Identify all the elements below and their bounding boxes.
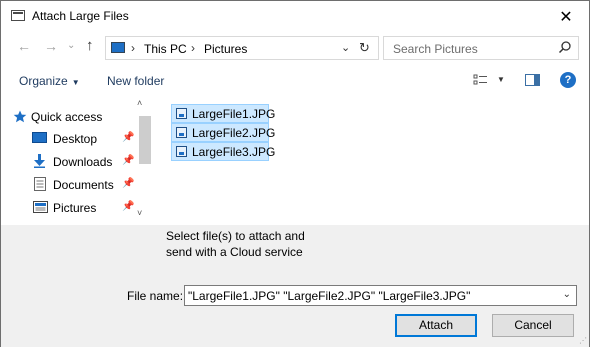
search-icon[interactable] [558, 40, 572, 54]
pictures-icon [33, 201, 48, 213]
sidebar-item-pictures[interactable]: Pictures 📌 [1, 197, 135, 219]
image-file-icon [176, 146, 187, 157]
footer-panel: Select file(s) to attach and send with a… [1, 225, 589, 347]
pin-icon: 📌 [122, 132, 135, 143]
file-name-label: File name: [127, 289, 184, 303]
file-name-dropdown-chevron-icon[interactable]: ⌄ [563, 289, 571, 300]
sidebar-item-label: Documents [53, 178, 114, 192]
image-file-icon [176, 108, 187, 119]
back-arrow-icon[interactable]: ← [17, 38, 31, 54]
view-dropdown-arrow-icon[interactable]: ▼ [497, 75, 505, 84]
close-button[interactable]: ✕ [543, 1, 589, 32]
attach-large-files-dialog: Attach Large Files ✕ ← → ⌄ ↑ › This PC ›… [0, 0, 590, 347]
sidebar-item-label: Desktop [53, 132, 98, 146]
cancel-button[interactable]: Cancel [492, 314, 574, 337]
navigation-pane: Quick access Desktop 📌 Downloads 📌 Docum… [1, 96, 153, 224]
sidebar-item-desktop[interactable]: Desktop 📌 [1, 128, 135, 150]
title-bar: Attach Large Files ✕ [1, 1, 589, 32]
download-icon [34, 154, 45, 168]
sidebar-item-downloads[interactable]: Downloads 📌 [1, 151, 135, 173]
scroll-up-arrow-icon[interactable]: ˄ [137, 98, 142, 108]
preview-pane-icon[interactable] [525, 74, 540, 86]
star-icon [13, 110, 27, 123]
help-icon[interactable]: ? [560, 72, 576, 88]
breadcrumb-separator[interactable]: › [131, 41, 135, 55]
organize-menu-button[interactable]: Organize ▼ [19, 74, 80, 88]
address-dropdown-chevron-icon[interactable]: ⌄ [341, 41, 350, 54]
window-icon [11, 10, 25, 21]
window-title: Attach Large Files [32, 9, 129, 23]
new-folder-button[interactable]: New folder [107, 74, 164, 88]
pin-icon: 📌 [122, 201, 135, 212]
breadcrumb-this-pc[interactable]: This PC [144, 42, 187, 56]
organize-label: Organize [19, 74, 68, 88]
sidebar-item-label: Downloads [53, 155, 113, 169]
file-name: LargeFile1.JPG [192, 107, 276, 121]
pin-icon: 📌 [122, 178, 135, 189]
image-file-icon [176, 127, 187, 138]
cloud-service-note: Select file(s) to attach and send with a… [166, 229, 305, 259]
address-bar[interactable]: › This PC › Pictures ⌄ ↻ [105, 36, 379, 60]
desktop-icon [32, 132, 47, 143]
file-item-largefile3[interactable]: LargeFile3.JPG [171, 142, 275, 161]
up-arrow-icon[interactable]: ↑ [86, 37, 94, 54]
breadcrumb-pictures[interactable]: Pictures [204, 42, 247, 56]
file-item-largefile1[interactable]: LargeFile1.JPG [171, 104, 275, 123]
scroll-down-arrow-icon[interactable]: ˅ [137, 208, 142, 218]
file-name-field[interactable]: "LargeFile1.JPG" "LargeFile2.JPG" "Large… [184, 285, 577, 306]
sidebar-item-documents[interactable]: Documents 📌 [1, 174, 135, 196]
file-name: LargeFile3.JPG [192, 145, 276, 159]
file-item-largefile2[interactable]: LargeFile2.JPG [171, 123, 275, 142]
document-icon [34, 177, 46, 191]
attach-button[interactable]: Attach [395, 314, 477, 337]
file-list[interactable]: LargeFile1.JPG LargeFile2.JPG LargeFile3… [154, 96, 589, 224]
pin-icon: 📌 [122, 155, 135, 166]
sidebar-item-quick-access[interactable]: Quick access [1, 105, 135, 127]
refresh-icon[interactable]: ↻ [359, 40, 370, 56]
scrollbar-thumb[interactable] [139, 116, 151, 164]
view-options-icon[interactable] [473, 74, 489, 86]
search-input[interactable]: Search Pictures [383, 36, 579, 60]
search-placeholder: Search Pictures [393, 42, 478, 56]
breadcrumb-separator[interactable]: › [191, 41, 195, 55]
file-name: LargeFile2.JPG [192, 126, 276, 140]
recent-locations-chevron-icon[interactable]: ⌄ [67, 40, 75, 51]
forward-arrow-icon[interactable]: → [44, 38, 58, 54]
sidebar-item-label: Pictures [53, 201, 97, 215]
sidebar-item-label: Quick access [31, 110, 103, 124]
command-bar: Organize ▼ New folder ▼ ? [1, 67, 589, 95]
resize-grip-icon[interactable]: ⋰ [579, 336, 587, 345]
dropdown-arrow-icon: ▼ [71, 78, 80, 87]
file-name-value: "LargeFile1.JPG" "LargeFile2.JPG" "Large… [188, 289, 471, 303]
navigation-row: ← → ⌄ ↑ › This PC › Pictures ⌄ ↻ Search … [1, 34, 589, 62]
this-pc-icon [111, 42, 125, 53]
